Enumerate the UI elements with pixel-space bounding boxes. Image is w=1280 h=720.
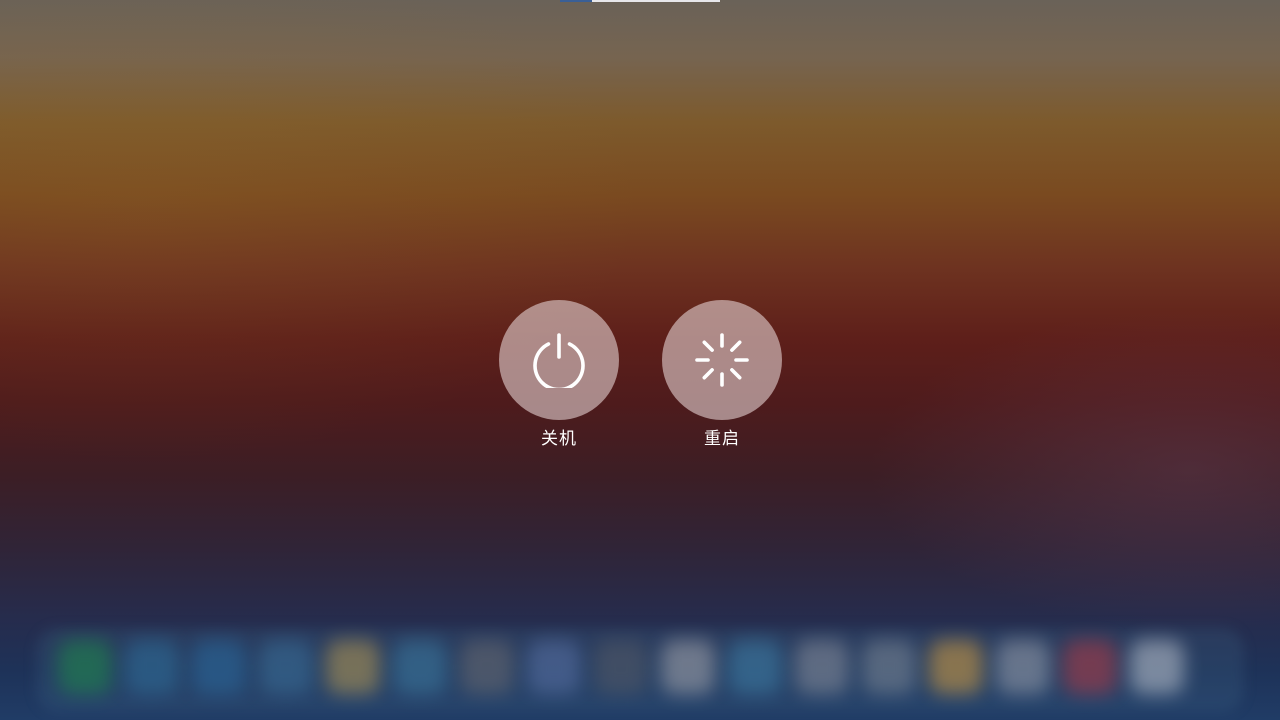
- shutdown-option[interactable]: 关机: [499, 300, 619, 450]
- dock-app-icon[interactable]: [1063, 640, 1117, 694]
- boot-progress-track: [592, 0, 720, 2]
- dock-app-icon[interactable]: [728, 640, 782, 694]
- dock-app-icon[interactable]: [125, 640, 179, 694]
- restart-label: 重启: [704, 429, 740, 449]
- power-icon: [533, 333, 585, 388]
- boot-progress-bar: [560, 0, 720, 2]
- spinner-icon: [695, 333, 749, 387]
- dock-app-icon[interactable]: [661, 640, 715, 694]
- shutdown-label: 关机: [541, 429, 577, 449]
- dock-app-icon[interactable]: [460, 640, 514, 694]
- dock-app-icon[interactable]: [393, 640, 447, 694]
- dock-app-icon[interactable]: [527, 640, 581, 694]
- dock-app-icon[interactable]: [594, 640, 648, 694]
- restart-button[interactable]: [662, 300, 782, 420]
- dock-app-icon[interactable]: [996, 640, 1050, 694]
- dock-app-icon[interactable]: [259, 640, 313, 694]
- dock-app-icon[interactable]: [862, 640, 916, 694]
- dock-app-icon[interactable]: [795, 640, 849, 694]
- boot-progress-fill: [560, 0, 592, 2]
- restart-option[interactable]: 重启: [662, 300, 782, 450]
- dock-app-icon[interactable]: [1130, 640, 1184, 694]
- power-options-menu: 关机 重启: [499, 300, 783, 460]
- dock-app-icon[interactable]: [929, 640, 983, 694]
- dock-app-icon[interactable]: [58, 640, 112, 694]
- dock-app-icon[interactable]: [326, 640, 380, 694]
- dock-app-icon[interactable]: [192, 640, 246, 694]
- shutdown-button[interactable]: [499, 300, 619, 420]
